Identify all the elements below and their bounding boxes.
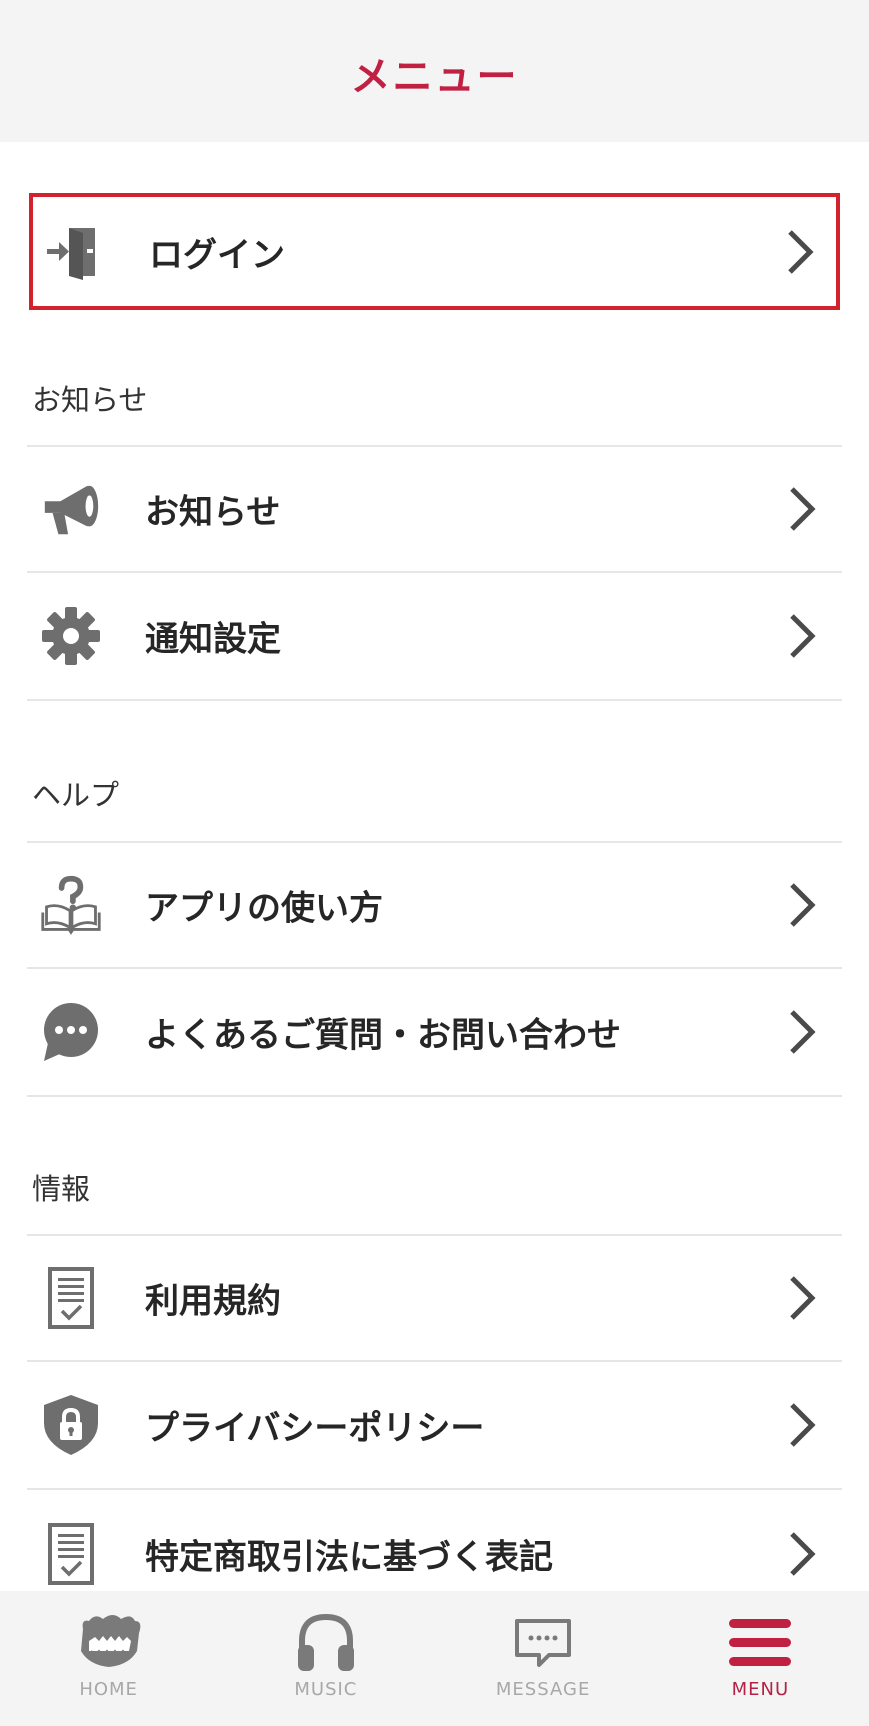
menu-item-notification-settings[interactable]: 通知設定 (27, 573, 842, 701)
section-title-info: 情報 (32, 1172, 91, 1206)
menu-item-label: 利用規約 (145, 1281, 281, 1322)
tab-home[interactable]: HOME (0, 1591, 217, 1726)
tab-label: MENU (731, 1679, 790, 1700)
tab-music[interactable]: MUSIC (217, 1591, 434, 1726)
header: メニュー (0, 0, 869, 142)
home-mascot-icon (69, 1609, 149, 1677)
shield-lock-icon (39, 1393, 103, 1457)
document-check-icon (39, 1522, 103, 1586)
menu-item-faq-contact[interactable]: よくあるご質問・お問い合わせ (27, 969, 842, 1097)
chevron-right-icon (790, 1532, 816, 1576)
section-title-news: お知らせ (32, 383, 148, 417)
login-label: ログイン (149, 235, 285, 275)
page-title: メニュー (350, 54, 519, 100)
chevron-right-icon (790, 614, 816, 658)
tab-label: HOME (79, 1679, 138, 1700)
menu-item-news[interactable]: お知らせ (27, 445, 842, 573)
menu-item-label: 通知設定 (145, 619, 281, 660)
message-icon (503, 1609, 583, 1677)
chevron-right-icon (790, 1276, 816, 1320)
document-check-icon (39, 1266, 103, 1330)
tab-menu[interactable]: MENU (652, 1591, 869, 1726)
menu-item-label: プライバシーポリシー (145, 1408, 485, 1449)
login-door-icon (43, 220, 107, 284)
menu-item-label: お知らせ (145, 492, 281, 533)
menu-item-label: アプリの使い方 (145, 888, 383, 929)
section-title-help: ヘルプ (32, 778, 120, 812)
hamburger-menu-icon (720, 1609, 800, 1677)
menu-item-privacy-policy[interactable]: プライバシーポリシー (27, 1362, 842, 1490)
menu-item-how-to-use[interactable]: アプリの使い方 (27, 841, 842, 969)
headphones-icon (286, 1609, 366, 1677)
gear-icon (39, 604, 103, 668)
chevron-right-icon (790, 1010, 816, 1054)
megaphone-icon (39, 477, 103, 541)
tab-bar: HOME MUSIC MESSAGE MENU (0, 1591, 869, 1726)
login-item[interactable]: ログイン (29, 193, 840, 310)
tab-label: MUSIC (294, 1679, 358, 1700)
tab-label: MESSAGE (495, 1679, 591, 1700)
chat-bubble-icon (39, 1000, 103, 1064)
menu-item-label: よくあるご質問・お問い合わせ (145, 1015, 621, 1056)
chevron-right-icon (788, 229, 814, 274)
menu-item-terms[interactable]: 利用規約 (27, 1234, 842, 1362)
chevron-right-icon (790, 487, 816, 531)
book-question-icon (39, 873, 103, 937)
chevron-right-icon (790, 1403, 816, 1447)
menu-item-label: 特定商取引法に基づく表記 (145, 1537, 553, 1578)
tab-message[interactable]: MESSAGE (435, 1591, 652, 1726)
chevron-right-icon (790, 883, 816, 927)
